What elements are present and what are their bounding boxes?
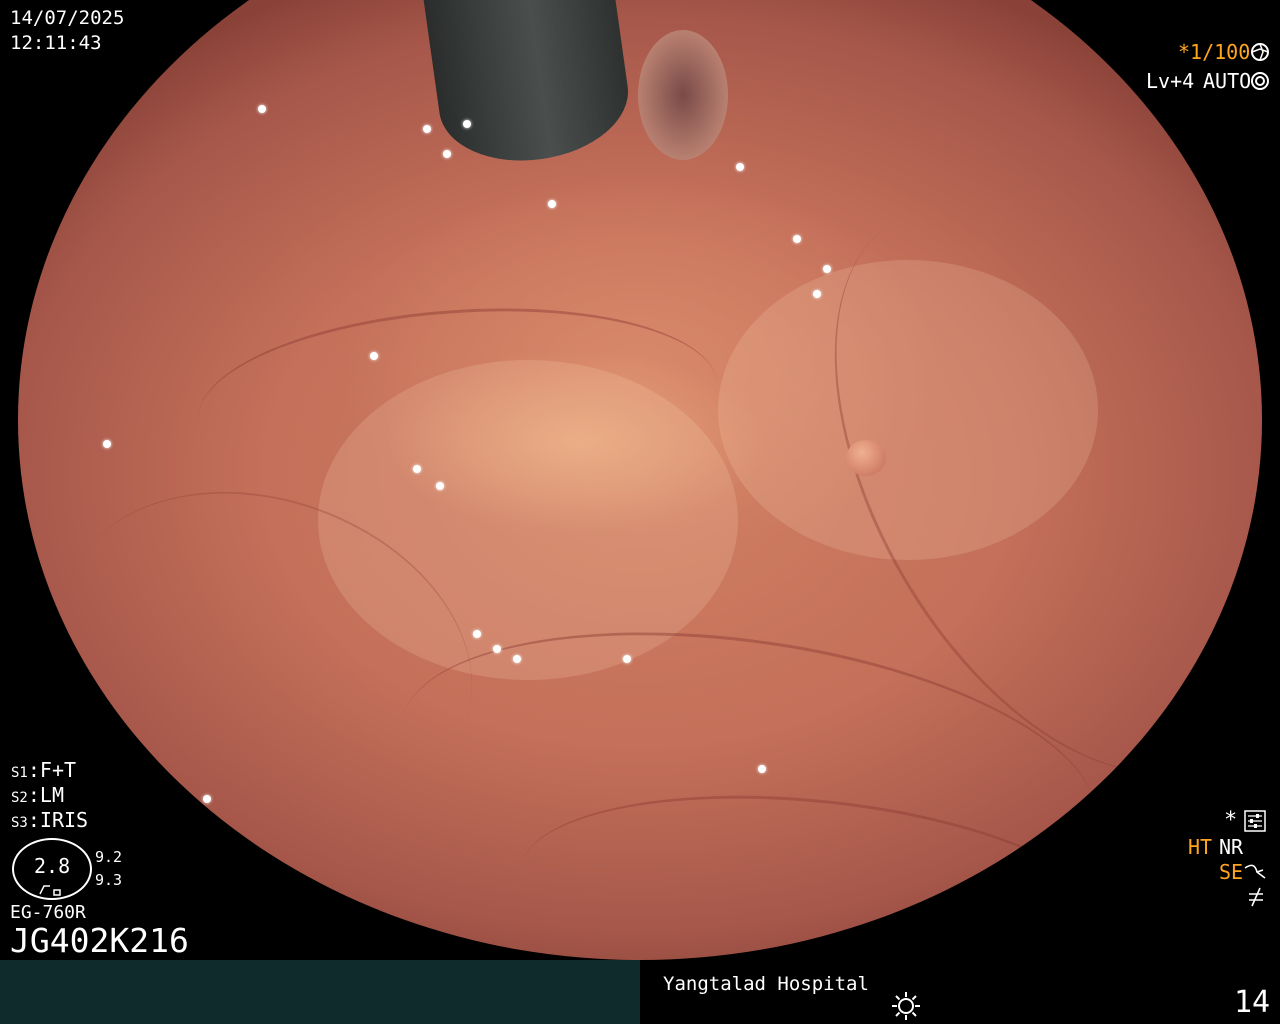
s2-setting: S2:LM xyxy=(11,783,64,807)
scope-model: EG-760R xyxy=(10,902,86,923)
scope-serial: JG402K216 xyxy=(10,921,189,960)
s2-key: S2 xyxy=(11,790,28,806)
specular-highlight xyxy=(443,150,451,158)
small-polyp xyxy=(846,440,886,476)
s3-value: IRIS xyxy=(39,808,89,832)
specular-highlight xyxy=(493,645,501,653)
s3-setting: S3:IRIS xyxy=(11,808,89,832)
specular-highlight xyxy=(423,125,431,133)
zoom-side-bottom: 9.3 xyxy=(95,871,123,889)
specular-highlight xyxy=(463,120,471,128)
level-label: Lv+4 xyxy=(1146,69,1195,93)
specular-highlight xyxy=(203,795,211,803)
se-label: SE xyxy=(1219,860,1244,884)
zoom-value: 2.8 xyxy=(34,854,71,878)
aperture-icon xyxy=(1250,42,1270,62)
hospital-name: Yangtalad Hospital xyxy=(663,973,869,995)
s3-key: S3 xyxy=(11,815,28,831)
time-label: 12:11:43 xyxy=(10,32,102,54)
specular-highlight xyxy=(623,655,631,663)
se-curve-icon xyxy=(1243,862,1267,882)
specular-highlight xyxy=(736,163,744,171)
endoscope-shaft xyxy=(420,0,636,173)
ht-label: HT xyxy=(1188,835,1213,859)
image-number: 14 xyxy=(1234,985,1271,1020)
sun-icon xyxy=(890,990,922,1022)
nr-label: NR xyxy=(1219,835,1244,859)
endoscopic-image xyxy=(18,0,1262,960)
s1-key: S1 xyxy=(11,765,28,781)
specular-highlight xyxy=(258,105,266,113)
s2-value: LM xyxy=(39,783,64,807)
not-equal-icon xyxy=(1246,886,1266,908)
specular-highlight xyxy=(413,465,421,473)
zoom-side-top: 9.2 xyxy=(95,848,123,866)
specular-highlight xyxy=(370,352,378,360)
shutter-speed: *1/100 xyxy=(1178,40,1251,64)
s1-setting: S1:F+T xyxy=(11,758,77,782)
iris-icon xyxy=(1250,71,1270,91)
scope-tip-icon xyxy=(38,882,64,896)
lumen-opening xyxy=(638,30,728,160)
specular-highlight xyxy=(548,200,556,208)
specular-highlight xyxy=(793,235,801,243)
bottom-bar-left xyxy=(0,960,640,1024)
specular-highlight xyxy=(436,482,444,490)
star-marker: * xyxy=(1224,808,1238,833)
specular-highlight xyxy=(758,765,766,773)
specular-highlight xyxy=(823,265,831,273)
s1-value: F+T xyxy=(39,758,77,782)
settings-sliders-icon xyxy=(1244,810,1266,832)
specular-highlight xyxy=(513,655,521,663)
specular-highlight xyxy=(473,630,481,638)
specular-highlight xyxy=(103,440,111,448)
exposure-mode: AUTO xyxy=(1203,69,1252,93)
specular-highlight xyxy=(813,290,821,298)
date-label: 14/07/2025 xyxy=(10,7,125,29)
